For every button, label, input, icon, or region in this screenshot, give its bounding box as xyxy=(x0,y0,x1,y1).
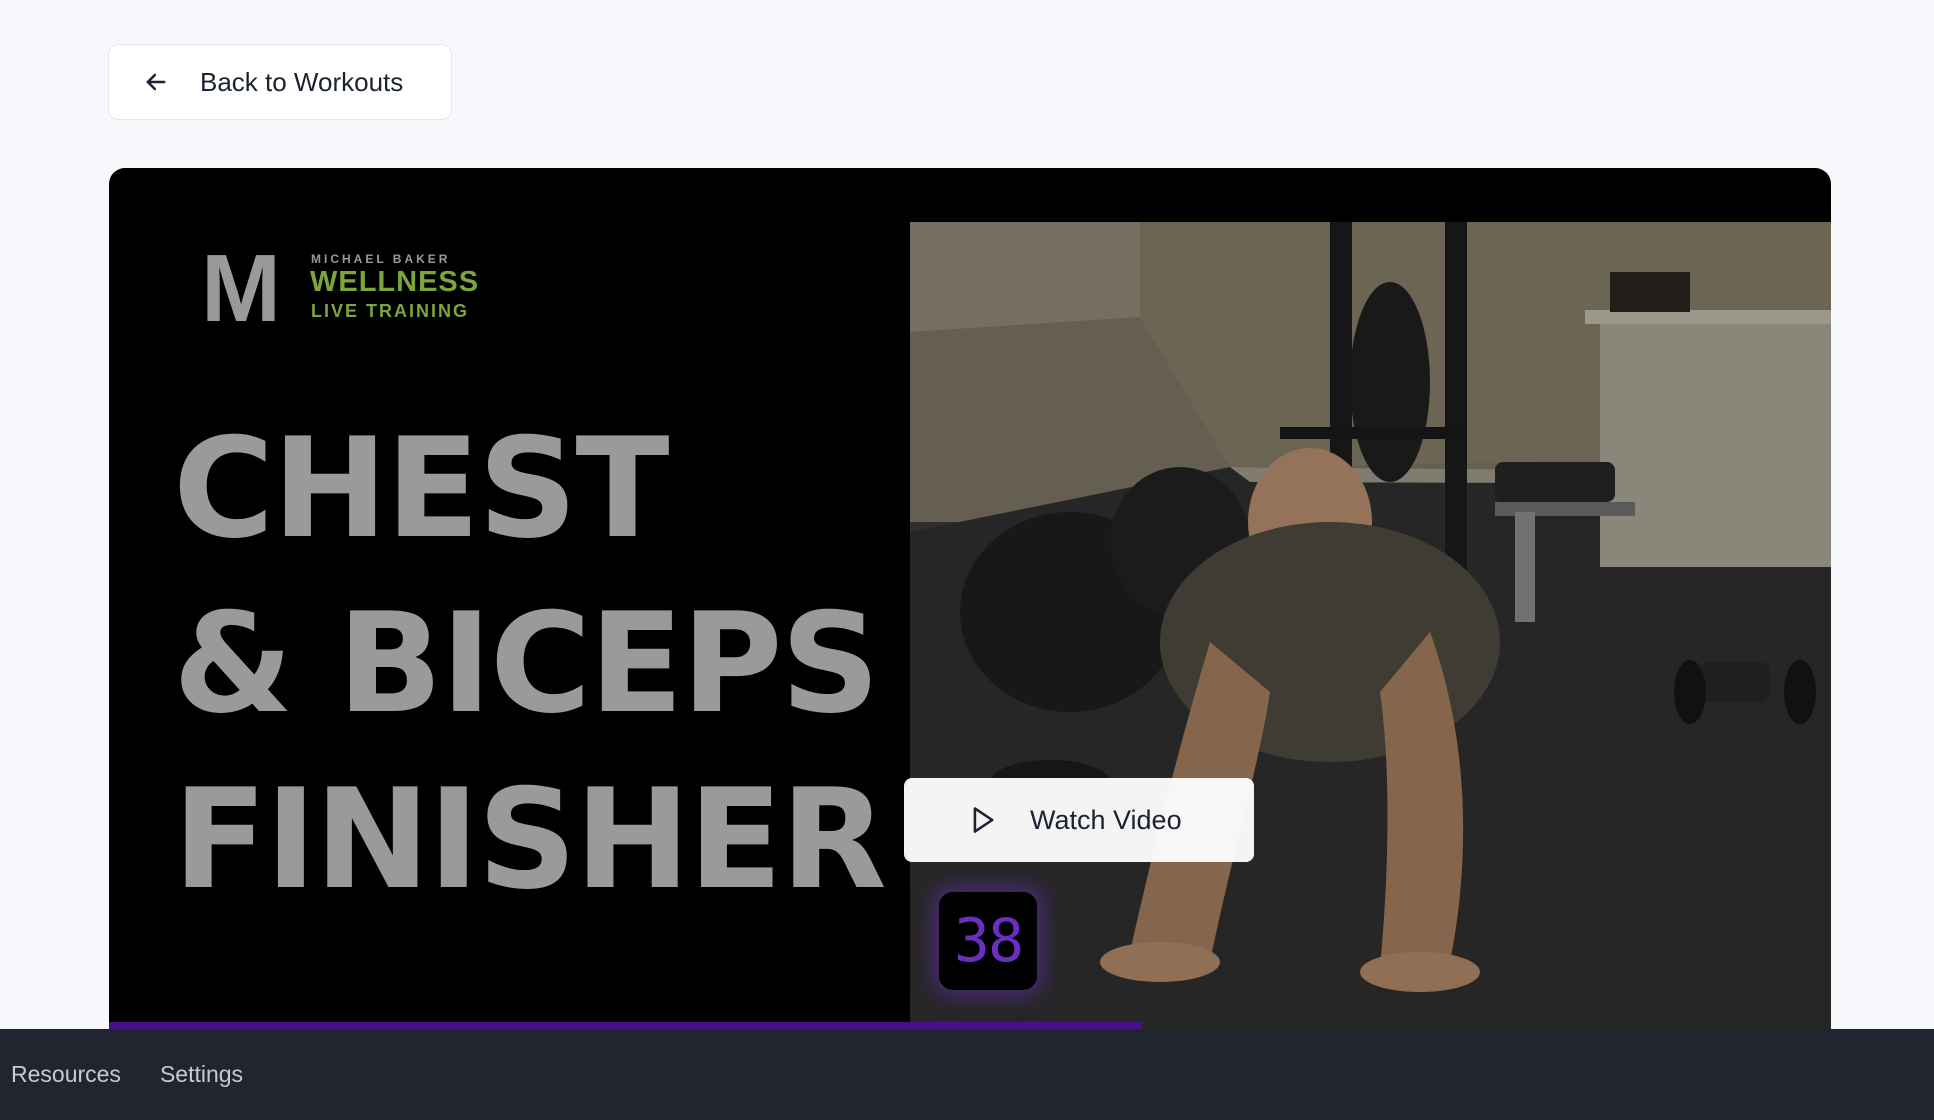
nav-settings[interactable]: Settings xyxy=(160,1061,243,1088)
video-title-line-3: FINISHER xyxy=(173,759,887,920)
back-to-workouts-button[interactable]: Back to Workouts xyxy=(108,44,452,120)
arrow-left-icon xyxy=(142,68,170,96)
workout-timer: 38 xyxy=(939,892,1037,990)
logo-brand-text: WELLNESS xyxy=(310,266,480,298)
watch-video-label: Watch Video xyxy=(1030,804,1182,835)
play-icon xyxy=(969,805,997,835)
video-title-line-2: & BICEPS xyxy=(173,583,880,744)
gym-scene-image xyxy=(910,222,1831,1030)
brand-logo: M MICHAEL BAKER WELLNESS LIVE TRAINING xyxy=(201,235,521,342)
back-button-label: Back to Workouts xyxy=(200,66,404,97)
watch-video-button[interactable]: Watch Video xyxy=(904,778,1254,862)
bottom-navigation-bar: Resources Settings xyxy=(0,1029,1934,1120)
logo-small-text: MICHAEL BAKER xyxy=(311,252,451,266)
video-thumbnail[interactable]: M MICHAEL BAKER WELLNESS LIVE TRAINING C… xyxy=(109,168,1831,1030)
video-title-line-1: CHEST xyxy=(173,408,670,569)
logo-subtitle: LIVE TRAINING xyxy=(311,301,470,321)
nav-resources[interactable]: Resources xyxy=(11,1061,121,1088)
logo-letter: M xyxy=(201,235,281,342)
